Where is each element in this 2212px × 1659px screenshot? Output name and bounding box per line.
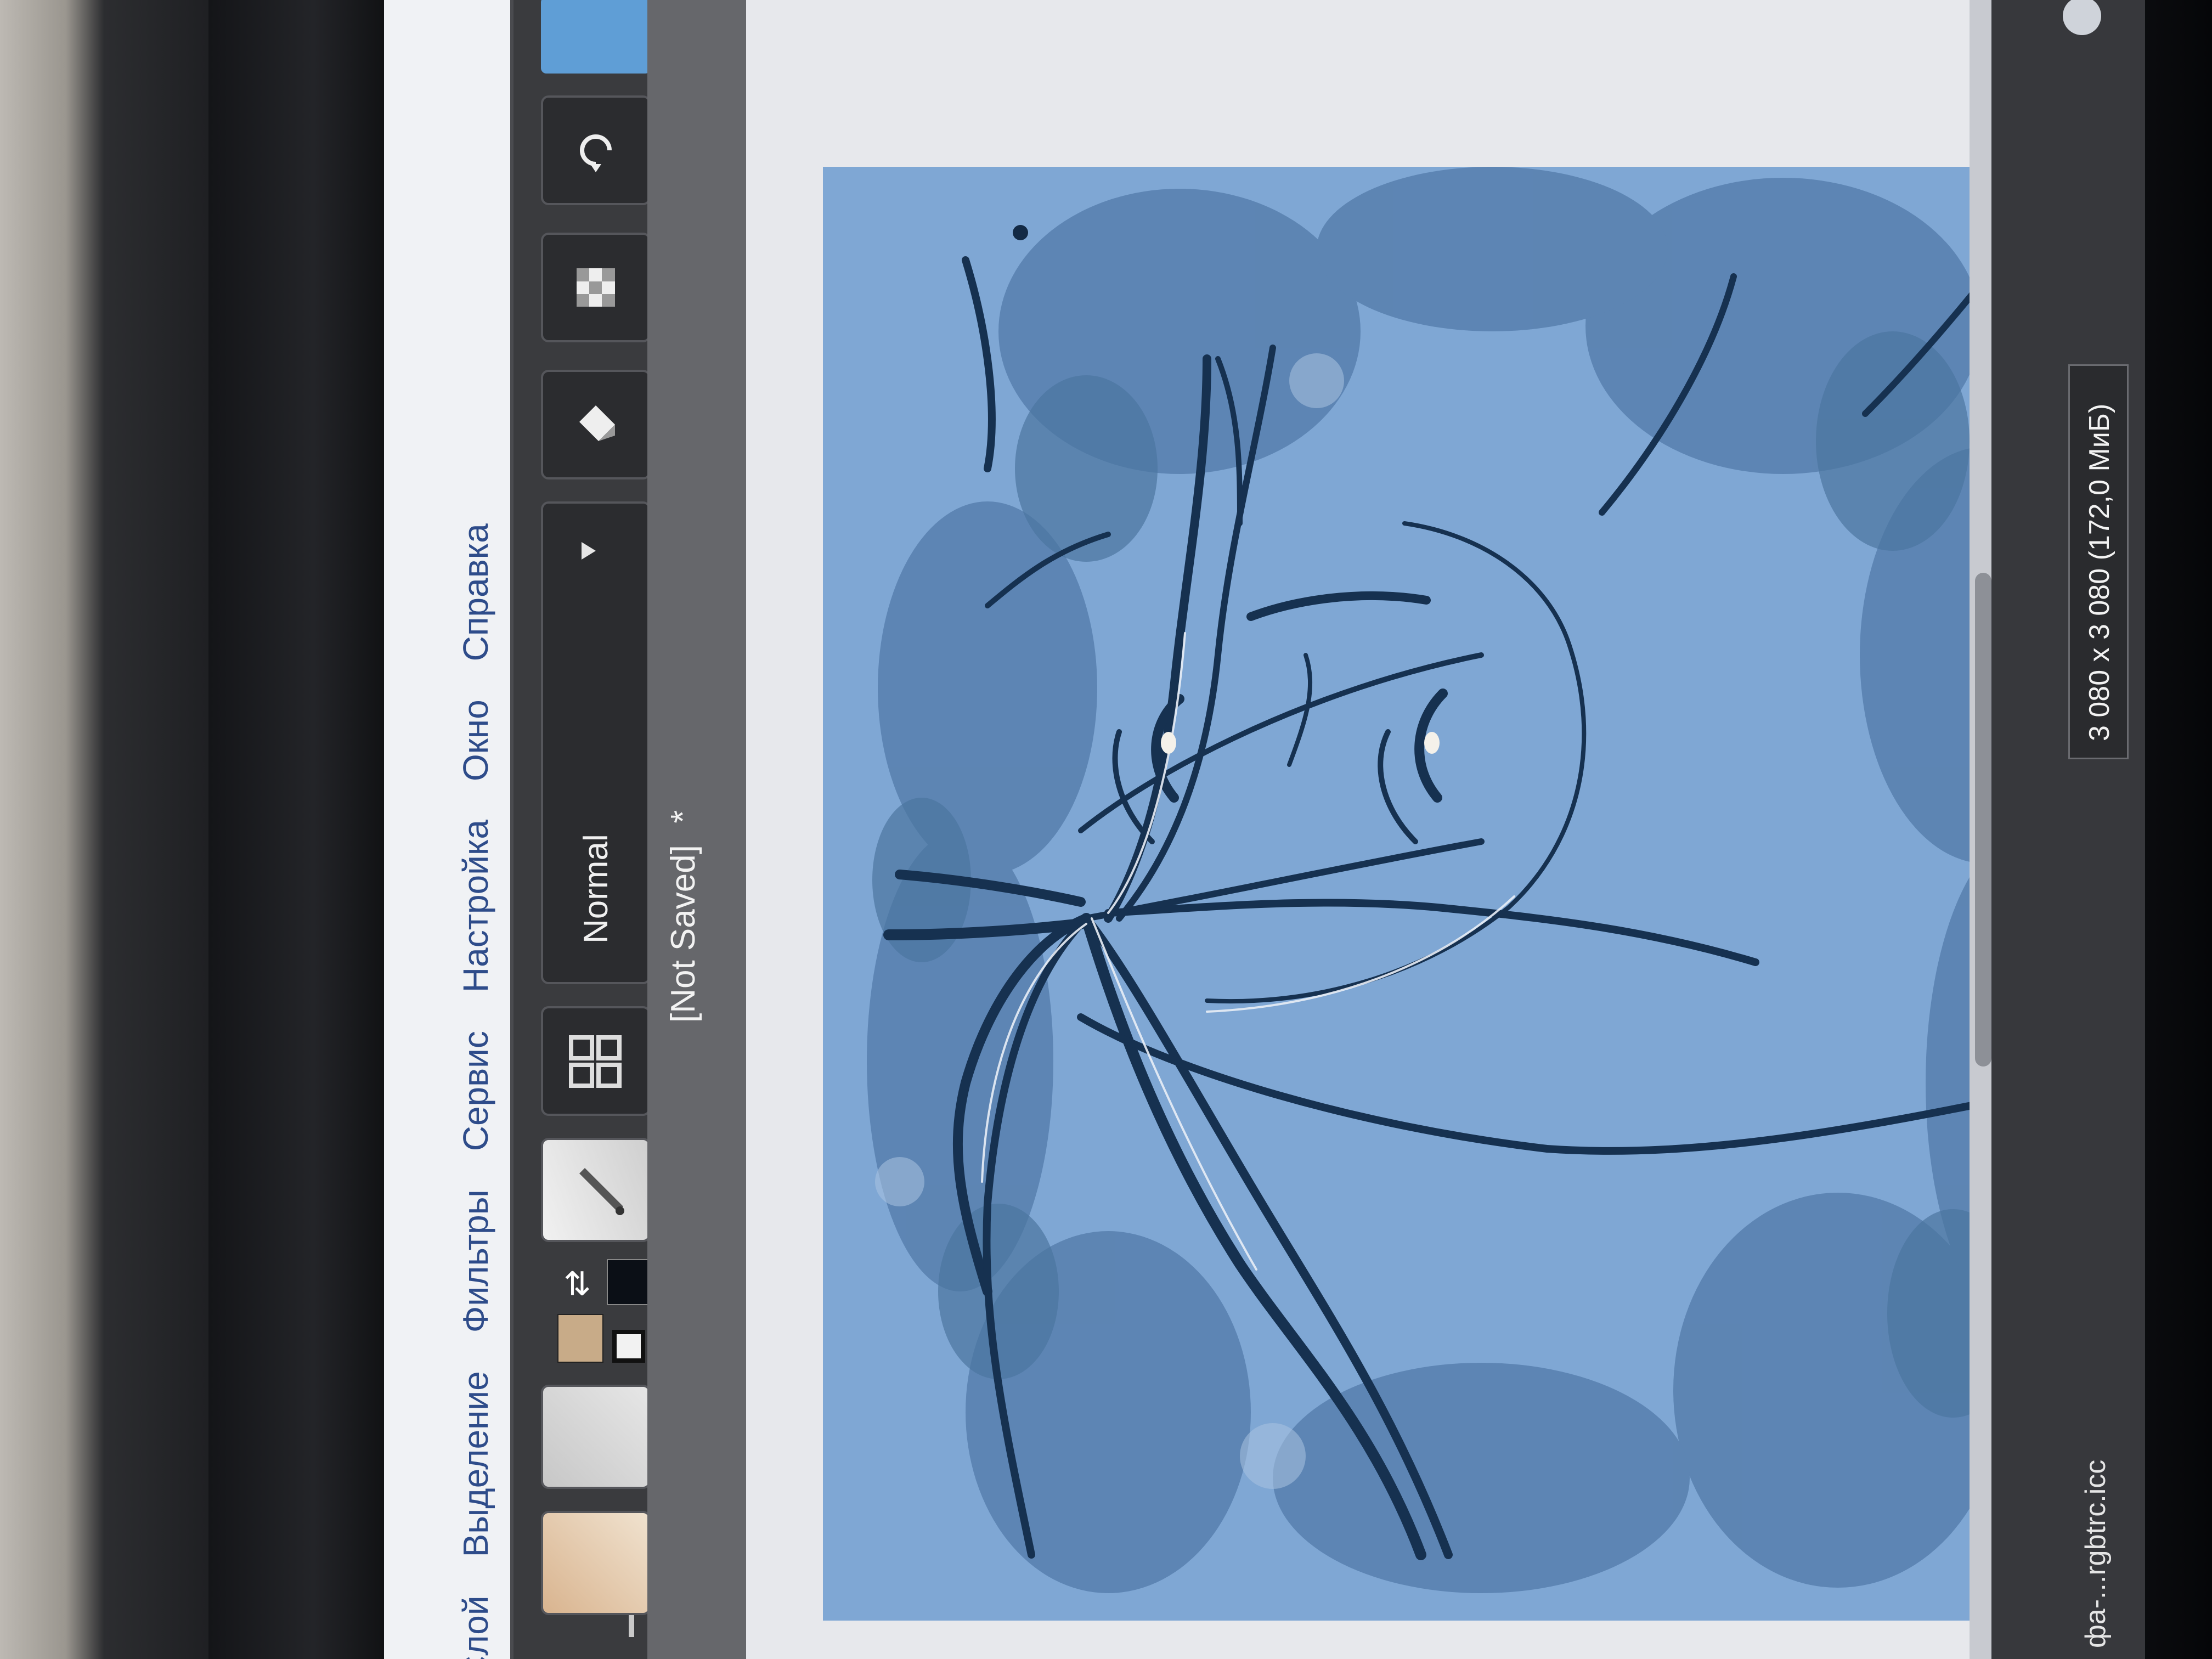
menu-layer[interactable]: Слой	[455, 1595, 496, 1659]
menu-items: Слой Выделение Фильтры Сервис Настройка …	[455, 523, 496, 1659]
scrollbar-thumb[interactable]	[1975, 573, 1991, 1066]
pattern-preset-button[interactable]	[541, 1385, 651, 1489]
status-bar: фа-...rgbtrc.icc 3 080 x 3 080 (172,0 Ми…	[1991, 0, 2145, 1659]
grid-preset-icon	[569, 1035, 622, 1088]
dropdown-arrow-icon	[582, 542, 596, 560]
menu-window[interactable]: Окно	[455, 699, 496, 781]
reset-icon	[580, 134, 612, 172]
blend-mode-select[interactable]: Normal	[541, 501, 651, 984]
menu-select[interactable]: Выделение	[455, 1371, 496, 1557]
document-tab[interactable]: [Not Saved] *	[647, 0, 746, 1659]
swap-colors-icon[interactable]: ⇄	[557, 1264, 596, 1302]
alpha-lock-button[interactable]	[541, 233, 651, 342]
brush-preset-button[interactable]	[541, 1138, 651, 1242]
app-window: Слой Выделение Фильтры Сервис Настройка …	[384, 0, 2145, 1659]
document-title: [Not Saved] *	[664, 810, 702, 1023]
alpha-lock-icon	[577, 268, 615, 307]
tool-options-bar: ⇄ Normal	[510, 0, 653, 1659]
zoom-button[interactable]	[2063, 0, 2101, 35]
monitor-bezel	[208, 0, 384, 1659]
image-size-box[interactable]: 3 080 x 3 080 (172,0 МиБ)	[2068, 364, 2129, 759]
reload-preset-button[interactable]	[541, 95, 651, 205]
menu-bar: Слой Выделение Фильтры Сервис Настройка …	[384, 0, 511, 1659]
menu-help[interactable]: Справка	[455, 523, 496, 661]
drag-handle-icon[interactable]	[629, 1615, 634, 1637]
menu-tools[interactable]: Сервис	[455, 1031, 496, 1151]
color-swatches: ⇄	[546, 1259, 653, 1363]
toolbar-edge-button[interactable]	[541, 0, 651, 74]
gradient-preset-button[interactable]	[541, 1511, 651, 1615]
default-colors-icon[interactable]	[612, 1330, 645, 1363]
image-size-label: 3 080 x 3 080 (172,0 МиБ)	[2084, 403, 2115, 741]
brush-preset-icon	[579, 1168, 624, 1215]
preset-grid-button[interactable]	[541, 1006, 651, 1116]
menu-filters[interactable]: Фильтры	[455, 1189, 496, 1333]
background-color-swatch[interactable]	[557, 1314, 603, 1363]
menu-settings[interactable]: Настройка	[455, 820, 496, 992]
eraser-mode-button[interactable]	[541, 370, 651, 479]
color-profile-label: фа-...rgbtrc.icc	[2080, 1459, 2112, 1648]
blend-mode-label: Normal	[577, 834, 615, 944]
canvas-viewport[interactable]	[746, 0, 2145, 1659]
document-area: [Not Saved] *	[647, 0, 2145, 1659]
artwork-canvas[interactable]	[823, 167, 2145, 1621]
eraser-icon	[579, 405, 615, 441]
foreground-color-swatch[interactable]	[607, 1259, 653, 1305]
